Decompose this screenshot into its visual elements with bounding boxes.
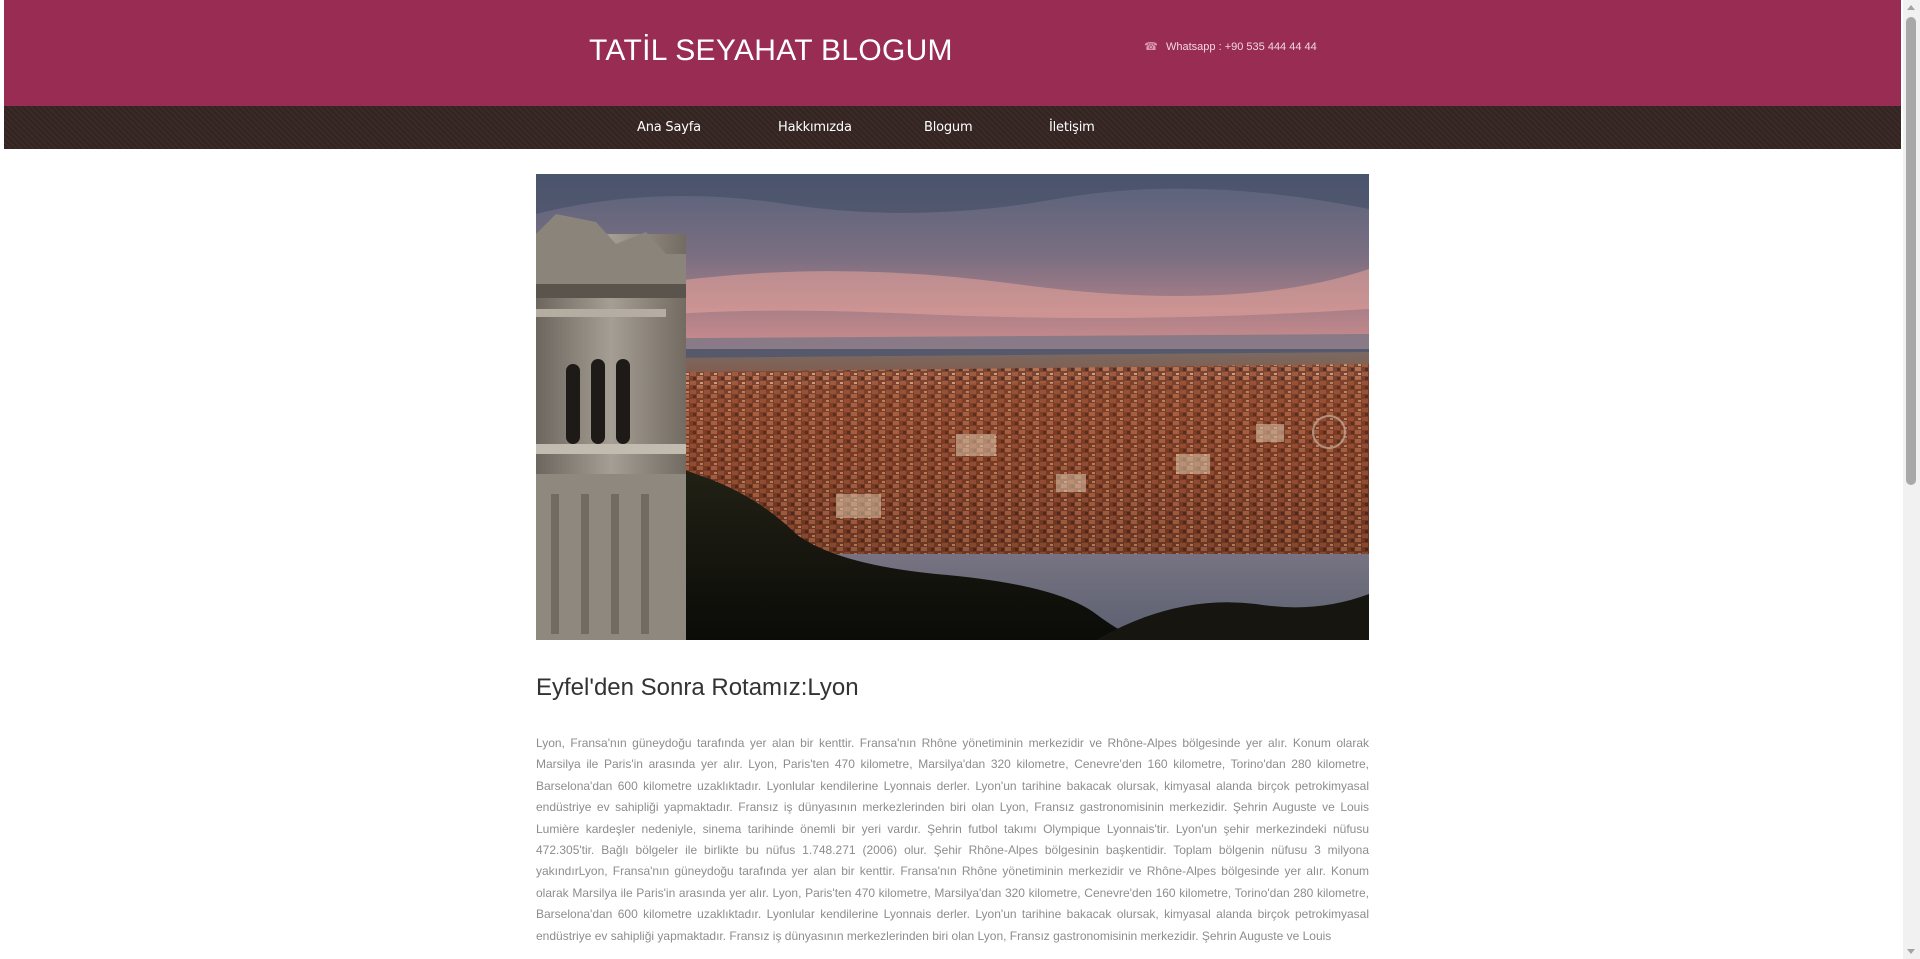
post-title[interactable]: Eyfel'den Sonra Rotamız:Lyon — [536, 674, 1369, 702]
nav-item-iletisim[interactable]: İletişim — [1049, 120, 1095, 135]
site-title[interactable]: TATİL SEYAHAT BLOGUM — [589, 34, 953, 68]
post-body: Lyon, Fransa'nın güneydoğu tarafında yer… — [536, 736, 1369, 943]
scroll-down-icon[interactable] — [1907, 949, 1915, 954]
whatsapp-text: Whatsapp : +90 535 444 44 44 — [1166, 40, 1317, 53]
lyon-cityscape-image — [536, 174, 1369, 640]
page: TATİL SEYAHAT BLOGUM ☎ Whatsapp : +90 53… — [4, 0, 1901, 959]
post-content: Eyfel'den Sonra Rotamız:Lyon Lyon, Frans… — [536, 174, 1369, 959]
scroll-thumb[interactable] — [1906, 17, 1916, 485]
nav-item-ana-sayfa[interactable]: Ana Sayfa — [637, 120, 701, 135]
main-nav: Ana Sayfa Hakkımızda Blogum İletişim — [4, 106, 1901, 149]
nav-item-blogum[interactable]: Blogum — [924, 120, 973, 135]
phone-icon: ☎ — [1144, 41, 1158, 53]
hero-image — [536, 174, 1369, 640]
site-header: TATİL SEYAHAT BLOGUM ☎ Whatsapp : +90 53… — [4, 0, 1901, 106]
vertical-scrollbar[interactable] — [1903, 0, 1920, 959]
scroll-up-icon[interactable] — [1907, 5, 1915, 10]
nav-item-hakkimizda[interactable]: Hakkımızda — [778, 120, 852, 135]
whatsapp-contact: ☎ Whatsapp : +90 535 444 44 44 — [1144, 40, 1317, 54]
